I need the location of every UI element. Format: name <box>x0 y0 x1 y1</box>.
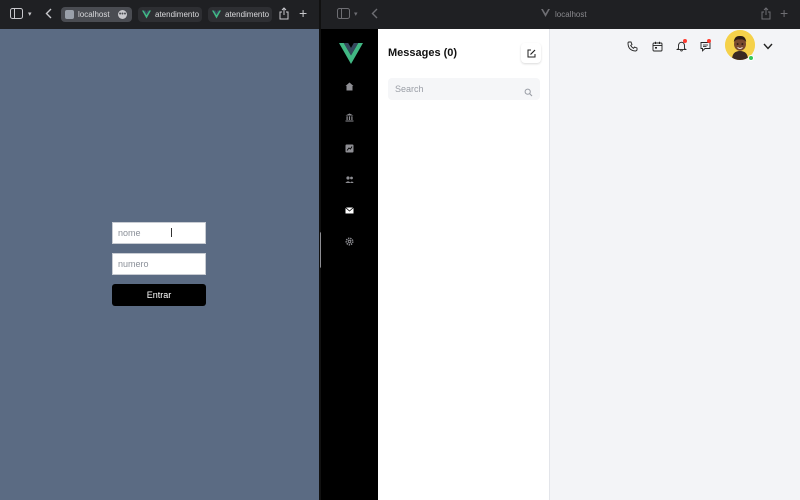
edit-icon <box>527 49 535 57</box>
search-input[interactable] <box>388 78 540 100</box>
tab-label: localhost <box>78 10 110 19</box>
new-tab-icon[interactable]: + <box>780 6 788 20</box>
left-browser-window: ▾ localhost ••• atendimento atendimento <box>0 0 319 500</box>
url-text: localhost <box>555 9 587 19</box>
name-input[interactable] <box>112 222 206 244</box>
online-status-dot <box>748 55 754 61</box>
share-icon[interactable] <box>279 7 289 22</box>
screen: ▾ localhost ••• atendimento atendimento <box>0 0 800 500</box>
tab-atendimento-1[interactable]: atendimento <box>138 7 202 22</box>
left-toolbar: ▾ localhost ••• atendimento atendimento <box>0 0 319 29</box>
vue-logo-icon <box>541 9 550 19</box>
tab-label: atendimento <box>225 10 270 19</box>
tab-atendimento-2[interactable]: atendimento <box>208 7 272 22</box>
vue-logo-icon <box>212 10 221 19</box>
new-tab-icon[interactable]: + <box>299 6 307 20</box>
search-icon[interactable] <box>524 84 533 102</box>
notification-dot <box>683 39 687 43</box>
calendar-icon[interactable] <box>651 40 663 52</box>
gear-icon[interactable] <box>345 237 354 246</box>
messages-panel: Messages (0) <box>378 29 550 500</box>
users-icon[interactable] <box>345 175 354 184</box>
share-icon[interactable] <box>761 7 771 22</box>
enter-button[interactable]: Entrar <box>112 284 206 306</box>
chevron-down-icon[interactable]: ▾ <box>354 9 358 21</box>
chevron-down-icon[interactable]: ▾ <box>28 9 32 21</box>
mail-icon[interactable] <box>345 206 354 215</box>
back-icon[interactable] <box>45 8 52 21</box>
report-icon[interactable] <box>345 144 354 153</box>
app-sidebar <box>321 29 378 500</box>
text-cursor-icon <box>171 228 175 237</box>
phone-icon[interactable] <box>626 40 638 52</box>
right-toolbar: ▾ localhost + <box>321 0 800 29</box>
chevron-down-icon[interactable] <box>762 40 774 52</box>
sidebar-toggle-icon[interactable] <box>337 8 350 21</box>
sidebar-toggle-icon[interactable] <box>10 8 23 21</box>
tab-label: atendimento <box>155 10 200 19</box>
vue-logo-icon[interactable] <box>339 43 363 69</box>
address-bar[interactable]: localhost <box>541 9 587 19</box>
vue-logo-icon <box>142 10 151 19</box>
notification-dot <box>707 39 711 43</box>
bank-icon[interactable] <box>345 113 354 122</box>
messages-title: Messages (0) <box>388 47 458 59</box>
compose-button[interactable] <box>521 43 541 63</box>
globe-icon <box>65 10 74 19</box>
home-icon[interactable] <box>345 82 354 91</box>
right-browser-window: ▾ localhost + Messages (0) Search <box>321 0 800 500</box>
number-input[interactable] <box>112 253 206 275</box>
close-icon[interactable]: ••• <box>118 10 127 19</box>
tab-localhost[interactable]: localhost ••• <box>61 7 132 22</box>
back-icon[interactable] <box>371 8 378 21</box>
